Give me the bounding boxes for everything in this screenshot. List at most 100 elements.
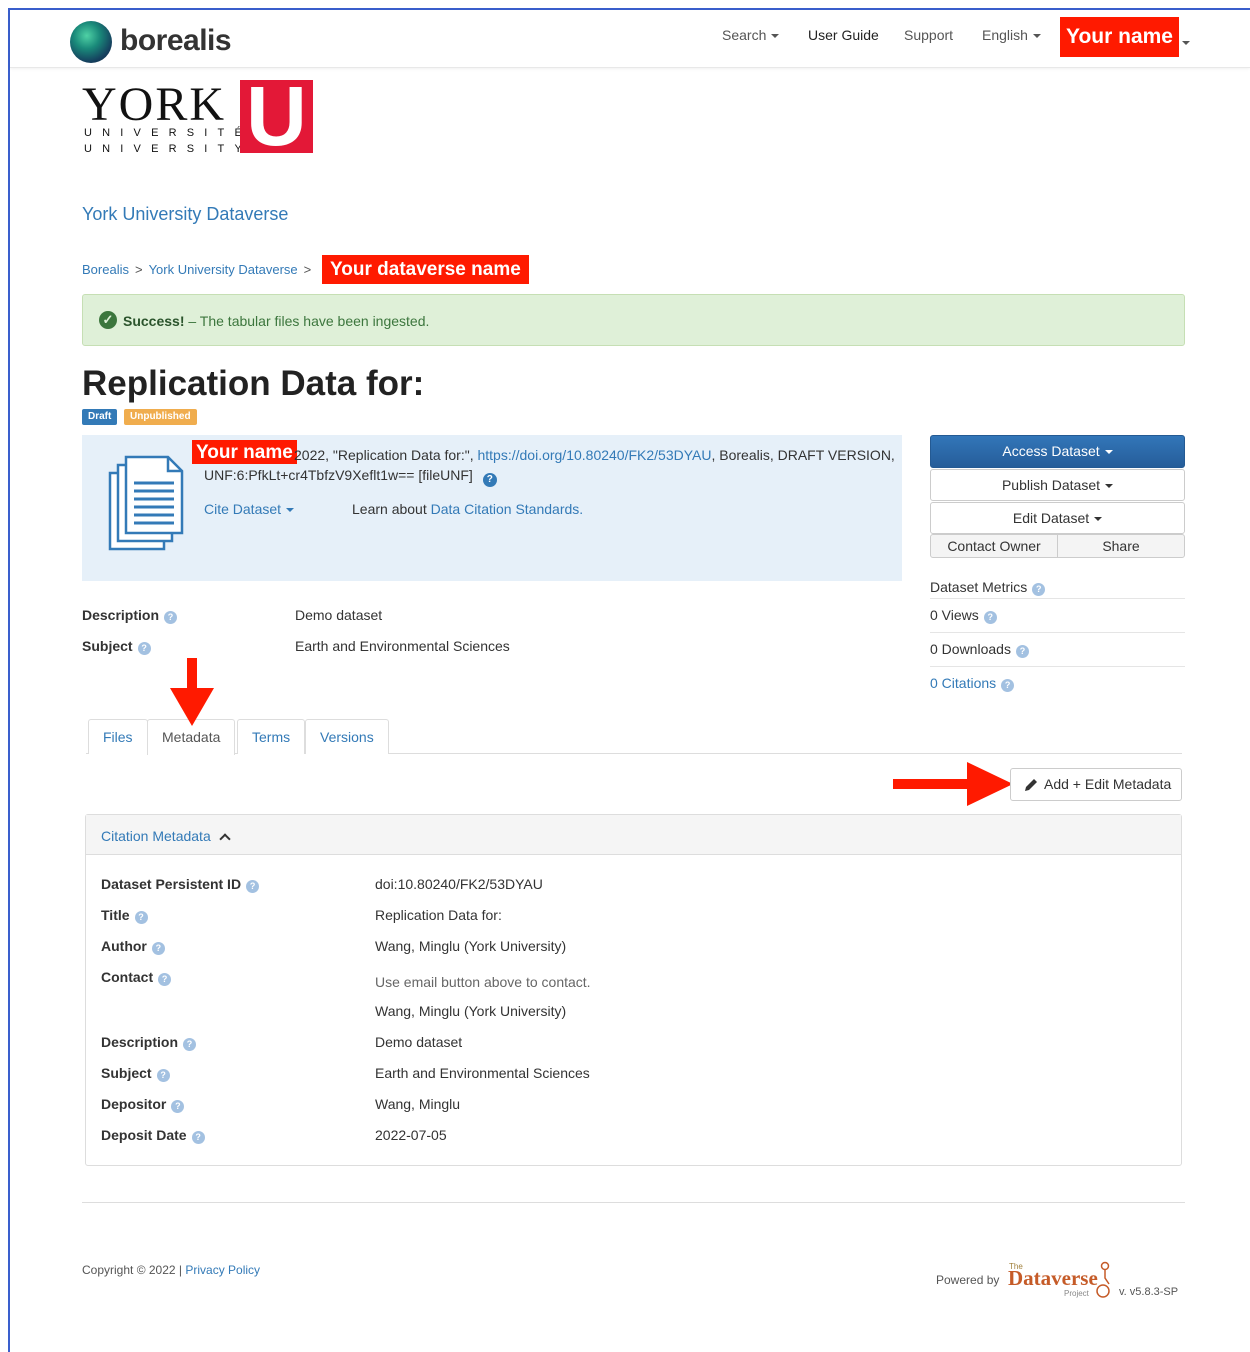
york-u-logo: U	[240, 80, 313, 153]
field-value: Earth and Environmental Sciences	[375, 1065, 590, 1081]
page-title: Replication Data for:	[82, 364, 425, 403]
breadcrumb: Borealis > York University Dataverse >	[82, 262, 317, 277]
dataverse-logo[interactable]: Dataverse	[1008, 1266, 1098, 1291]
nav-search[interactable]: Search	[722, 27, 780, 43]
help-icon[interactable]: ?	[134, 911, 148, 924]
chevron-up-icon	[219, 833, 231, 845]
access-dataset-button[interactable]: Access Dataset	[930, 435, 1185, 468]
field-label: Description?	[101, 1034, 197, 1051]
tab-terms[interactable]: Terms	[237, 719, 306, 754]
citation-line-1: 2022, "Replication Data for:", https://d…	[294, 447, 895, 463]
field-value: doi:10.80240/FK2/53DYAU	[375, 876, 543, 892]
help-icon[interactable]: ?	[137, 642, 151, 655]
summary-subject-value: Earth and Environmental Sciences	[295, 638, 510, 654]
help-icon[interactable]: ?	[164, 611, 178, 624]
field-label: Dataset Persistent ID?	[101, 876, 260, 893]
chevron-down-icon	[771, 34, 780, 39]
help-icon[interactable]: ?	[983, 611, 997, 624]
annotation-arrow-down-icon	[170, 658, 214, 726]
breadcrumb-york[interactable]: York University Dataverse	[149, 262, 298, 277]
cite-dataset-button[interactable]: Cite Dataset	[204, 501, 295, 517]
footer-copyright: Copyright © 2022 | Privacy Policy	[82, 1263, 261, 1277]
breadcrumb-separator: >	[303, 262, 312, 277]
field-value: Replication Data for:	[375, 907, 502, 923]
user-menu-chevron-icon[interactable]	[1177, 34, 1190, 52]
field-label: Depositor?	[101, 1096, 185, 1113]
contact-note: Use email button above to contact.	[375, 974, 591, 990]
summary-description-label: Description?	[82, 607, 178, 624]
metric-citations: 0 Citations?	[930, 675, 1185, 695]
nav-support[interactable]: Support	[904, 27, 953, 43]
nav-language[interactable]: English	[982, 27, 1041, 43]
edit-dataset-button[interactable]: Edit Dataset	[930, 502, 1185, 534]
field-value: Wang, Minglu (York University)	[375, 938, 567, 954]
field-label: Deposit Date?	[101, 1127, 205, 1144]
citation-standards-text: Learn about Data Citation Standards.	[352, 501, 584, 517]
field-value: Wang, Minglu	[375, 1096, 461, 1112]
version-label: v. v5.8.3-SP	[1119, 1286, 1179, 1298]
nav-user-menu[interactable]: Your name	[1060, 17, 1179, 57]
citations-link[interactable]: 0 Citations	[930, 675, 996, 691]
dataverse-mark-icon	[1096, 1261, 1110, 1298]
add-edit-metadata-button[interactable]: Add + Edit Metadata	[1010, 768, 1182, 801]
metric-downloads: 0 Downloads?	[930, 641, 1185, 667]
publish-dataset-button[interactable]: Publish Dataset	[930, 469, 1185, 501]
help-icon[interactable]: ?	[158, 973, 172, 986]
citation-metadata-panel: Citation Metadata	[85, 814, 1182, 1166]
help-icon[interactable]: ?	[246, 880, 260, 893]
check-circle-icon: ✓	[99, 311, 117, 329]
help-icon[interactable]: ?	[191, 1131, 205, 1144]
citation-standards-link[interactable]: Data Citation Standards.	[431, 501, 584, 517]
citation-metadata-header[interactable]: Citation Metadata	[86, 815, 1181, 855]
tab-versions[interactable]: Versions	[305, 719, 389, 754]
share-button[interactable]: Share	[1057, 534, 1185, 558]
borealis-logo-icon[interactable]	[70, 21, 112, 63]
field-label: Author?	[101, 938, 165, 955]
document-stack-icon	[108, 455, 184, 551]
unpublished-badge: Unpublished	[124, 409, 197, 425]
draft-badge: Draft	[82, 409, 118, 425]
metric-views: 0 Views?	[930, 607, 1185, 633]
brand-name[interactable]: borealis	[120, 24, 232, 58]
help-icon[interactable]: ?	[183, 1038, 197, 1051]
pencil-icon	[1025, 779, 1037, 791]
field-value: 2022-07-05	[375, 1127, 447, 1143]
breadcrumb-borealis[interactable]: Borealis	[82, 262, 129, 277]
footer-divider	[82, 1202, 1185, 1203]
york-logo-word: YORK	[82, 78, 227, 131]
help-icon[interactable]: ?	[156, 1069, 170, 1082]
chevron-down-icon	[1032, 34, 1041, 39]
field-value: Wang, Minglu (York University)	[375, 1003, 567, 1019]
york-logo-line1: UNIVERSITÉ	[84, 127, 253, 139]
help-icon[interactable]: ?	[171, 1100, 185, 1113]
help-icon[interactable]: ?	[1015, 645, 1029, 658]
help-icon[interactable]: ?	[151, 942, 165, 955]
breadcrumb-separator: >	[134, 262, 143, 277]
help-icon[interactable]: ?	[1001, 679, 1015, 692]
breadcrumb-current: Your dataverse name	[322, 255, 529, 284]
help-icon[interactable]: ?	[482, 473, 497, 487]
citation-doi-link[interactable]: https://doi.org/10.80240/FK2/53DYAU	[477, 447, 711, 463]
success-alert: ✓ Success! – The tabular files have been…	[82, 294, 1185, 346]
citation-box: Your name 2022, "Replication Data for:",…	[82, 435, 902, 581]
tab-files[interactable]: Files	[88, 719, 148, 754]
dataverse-title-link[interactable]: York University Dataverse	[82, 204, 288, 225]
field-label: Contact?	[101, 969, 172, 986]
nav-user-guide[interactable]: User Guide	[808, 27, 879, 43]
privacy-policy-link[interactable]: Privacy Policy	[185, 1263, 260, 1277]
powered-by-label: Powered by	[936, 1273, 1000, 1287]
contact-owner-button[interactable]: Contact Owner	[930, 534, 1058, 558]
alert-message: – The tabular files have been ingested.	[188, 313, 430, 329]
help-icon[interactable]: ?	[1032, 583, 1046, 596]
dataverse-logo-project: Project	[1064, 1289, 1089, 1298]
metrics-title: Dataset Metrics?	[930, 579, 1185, 599]
citation-author: Your name	[192, 440, 297, 464]
alert-strong: Success!	[123, 313, 185, 329]
field-label: Title?	[101, 907, 148, 924]
annotation-arrow-right-icon	[893, 762, 1013, 806]
field-value: Demo dataset	[375, 1034, 463, 1050]
summary-subject-label: Subject?	[82, 638, 151, 655]
york-logo-line2: UNIVERSITY	[84, 143, 253, 155]
summary-description-value: Demo dataset	[295, 607, 383, 623]
field-label: Subject?	[101, 1065, 170, 1082]
